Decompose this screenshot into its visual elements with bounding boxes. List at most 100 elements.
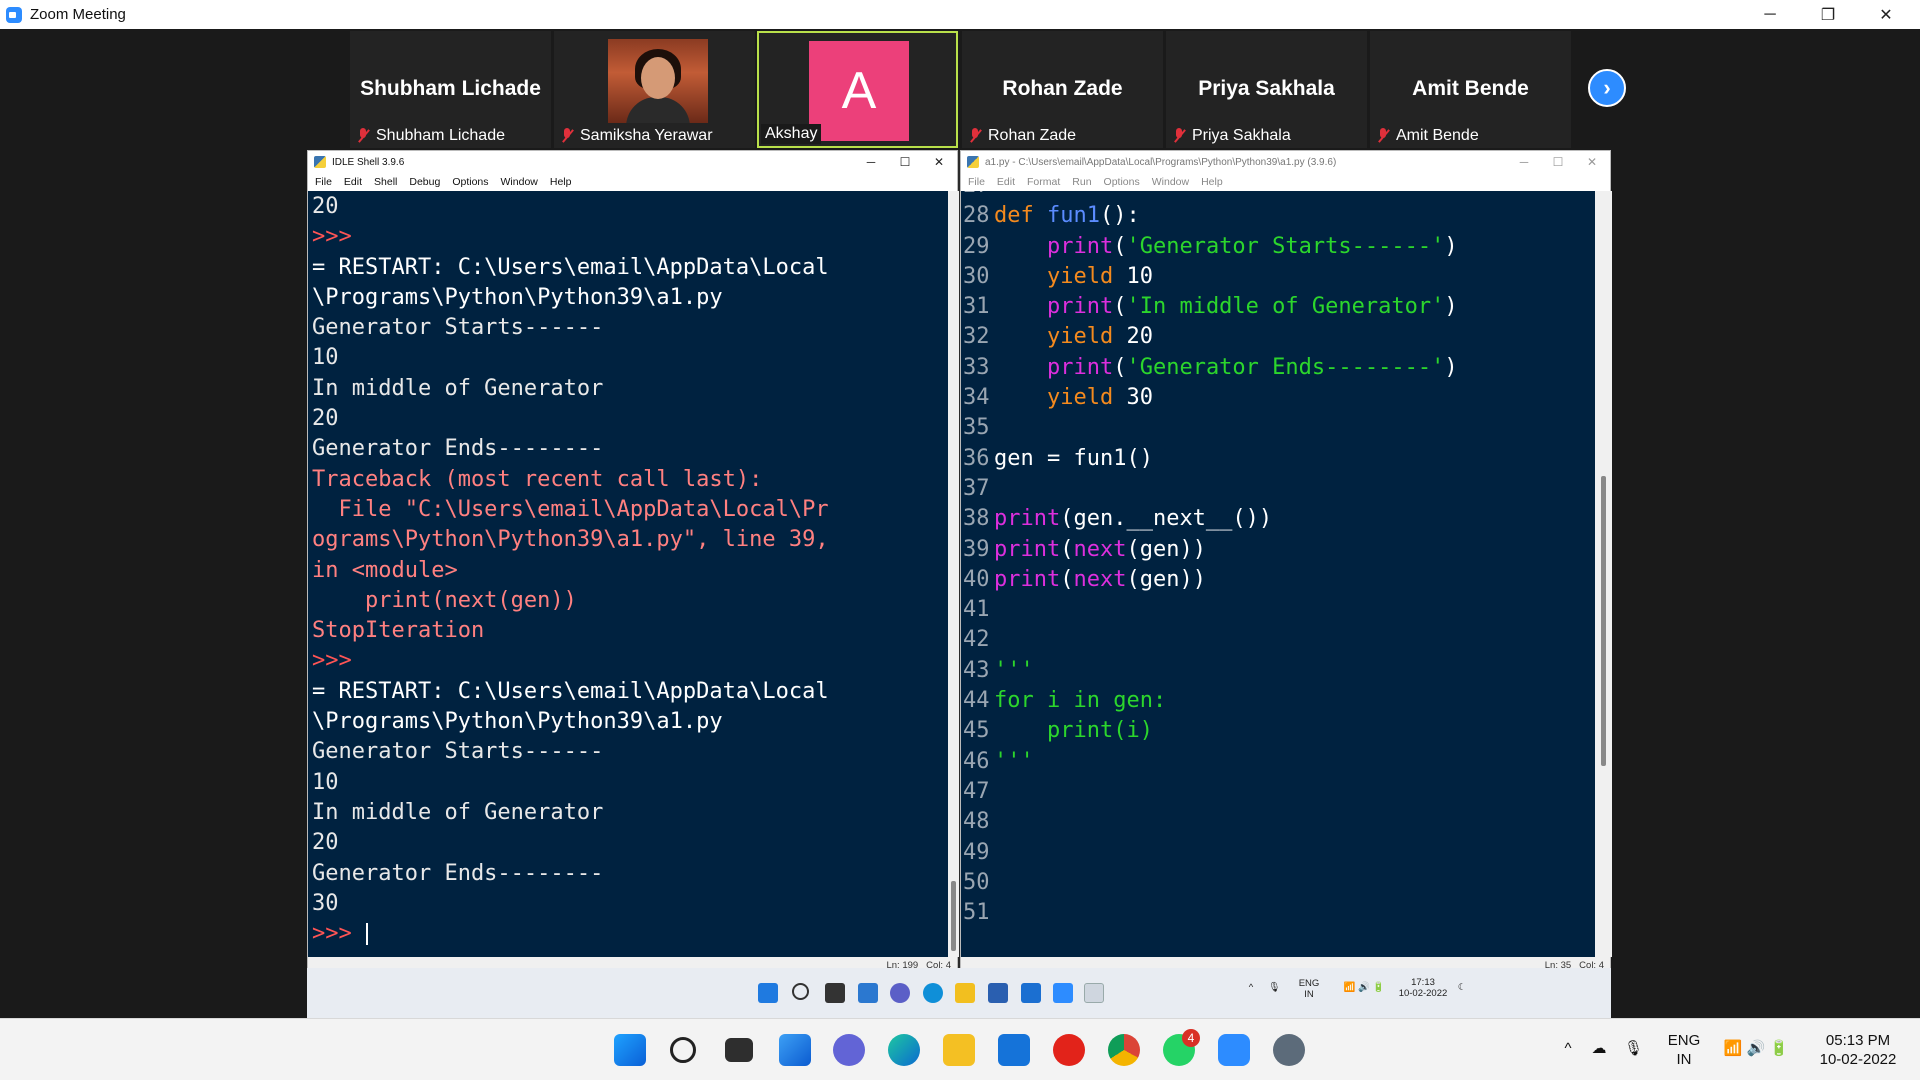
idle-taskbar-icon[interactable] (1084, 983, 1104, 1003)
line-number: 51 (963, 900, 990, 926)
language-indicator[interactable]: ENG IN (1294, 978, 1324, 1000)
chevron-up-icon[interactable]: ^ (1244, 982, 1258, 993)
editor-menu-options[interactable]: Options (1104, 176, 1140, 188)
editor-menu-file[interactable]: File (968, 176, 985, 188)
microphone-icon[interactable]: 🎙 (1624, 1039, 1643, 1058)
participant-tile[interactable]: Shubham Lichade Shubham Lichade (350, 31, 551, 148)
code-token: 20 (1113, 324, 1153, 350)
shell-menu-help[interactable]: Help (550, 176, 572, 188)
shell-maximize-button[interactable]: ☐ (888, 151, 922, 173)
editor-scrollbar[interactable] (1595, 191, 1612, 957)
clock-time: 17:13 (1411, 977, 1435, 988)
code-line: 30 yield 10 (963, 262, 1595, 292)
line-number: 36 (963, 445, 990, 471)
widgets-icon[interactable] (858, 983, 878, 1003)
teams-chat-icon[interactable] (890, 983, 910, 1003)
code-line: 38 print(gen.__next__()) (963, 504, 1595, 534)
chrome-icon[interactable] (1108, 1034, 1140, 1066)
network-volume-battery-icons[interactable]: 📶 🔊 🔋 (1718, 1039, 1794, 1058)
search-icon[interactable] (670, 1037, 696, 1063)
editor-close-button[interactable]: ✕ (1575, 151, 1609, 173)
code-line: 46 ''' (963, 747, 1595, 777)
shell-close-button[interactable]: ✕ (922, 151, 956, 173)
shell-minimize-button[interactable]: ─ (854, 151, 888, 173)
participant-name-large: Rohan Zade (1002, 77, 1123, 100)
clock[interactable]: 17:13 10-02-2022 (1393, 977, 1453, 999)
shell-menu-edit[interactable]: Edit (344, 176, 362, 188)
language-indicator[interactable]: ENG IN (1664, 1031, 1704, 1069)
clock-time: 05:13 PM (1825, 1032, 1891, 1049)
participant-name-tag: Priya Sakhala (1168, 126, 1295, 146)
zoom-taskbar-icon[interactable] (1053, 983, 1073, 1003)
edge-icon[interactable] (888, 1034, 920, 1066)
close-button[interactable]: ✕ (1857, 0, 1915, 29)
participant-name: Akshay (765, 125, 818, 142)
whatsapp-unread-badge: 4 (1182, 1029, 1200, 1047)
settings-gear-icon[interactable] (1273, 1034, 1305, 1066)
region-code: IN (1304, 989, 1314, 1000)
shell-output-line: StopIteration (312, 618, 485, 644)
notifications-icon[interactable]: ☾ (1455, 982, 1469, 993)
task-view-icon[interactable] (725, 1038, 753, 1062)
editor-maximize-button[interactable]: ☐ (1541, 151, 1575, 173)
opera-icon[interactable] (1053, 1034, 1085, 1066)
editor-scroll-thumb[interactable] (1601, 476, 1606, 766)
shell-menu-window[interactable]: Window (501, 176, 538, 188)
mic-muted-icon (968, 128, 982, 144)
shell-menu-file[interactable]: File (315, 176, 332, 188)
code-token: print (994, 566, 1061, 592)
editor-menu-run[interactable]: Run (1072, 176, 1091, 188)
editor-minimize-button[interactable]: ─ (1507, 151, 1541, 173)
start-icon[interactable] (758, 983, 778, 1003)
participant-tile[interactable]: Priya Sakhala Priya Sakhala (1166, 31, 1367, 148)
edge-icon[interactable] (923, 983, 943, 1003)
code-line: 51 (963, 898, 1595, 928)
participant-tile[interactable]: Amit Bende Amit Bende (1370, 31, 1571, 148)
shell-output[interactable]: 20 >>> = RESTART: C:\Users\email\AppData\L… (308, 191, 948, 957)
start-icon[interactable] (614, 1034, 646, 1066)
shell-menu-shell[interactable]: Shell (374, 176, 397, 188)
shell-menu-options[interactable]: Options (452, 176, 488, 188)
language-code: ENG (1298, 978, 1320, 989)
code-editor[interactable]: 2728def fun1():29 print('Generator Start… (961, 191, 1595, 957)
editor-menu-edit[interactable]: Edit (997, 176, 1015, 188)
shell-output-line: Generator Starts------ (312, 315, 604, 341)
file-explorer-icon[interactable] (955, 983, 975, 1003)
participant-tile[interactable]: Rohan Zade Rohan Zade (962, 31, 1163, 148)
chevron-up-icon[interactable]: ^ (1560, 1039, 1576, 1058)
code-token: 'Generator Ends--------' (1126, 354, 1445, 380)
microphone-icon[interactable]: 🎙 (1267, 982, 1281, 993)
mail-icon[interactable] (998, 1034, 1030, 1066)
editor-menu-format[interactable]: Format (1027, 176, 1060, 188)
code-token: 'In middle of Generator' (1126, 294, 1445, 320)
shell-scroll-thumb[interactable] (951, 881, 956, 951)
participant-tile-active-speaker[interactable]: A Akshay (757, 31, 958, 148)
editor-menu-window[interactable]: Window (1152, 176, 1189, 188)
participant-tile[interactable]: Samiksha Yerawar (554, 31, 755, 148)
line-number: 34 (963, 385, 990, 411)
teams-chat-icon[interactable] (833, 1034, 865, 1066)
widgets-icon[interactable] (779, 1034, 811, 1066)
mic-muted-icon (356, 128, 370, 144)
restore-button[interactable]: ❐ (1799, 0, 1857, 29)
task-view-icon[interactable] (825, 983, 845, 1003)
next-participants-button[interactable]: › (1588, 69, 1626, 107)
editor-menu-help[interactable]: Help (1201, 176, 1223, 188)
file-explorer-icon[interactable] (943, 1034, 975, 1066)
search-icon[interactable] (792, 983, 809, 1000)
text-cursor (365, 923, 368, 946)
mail-icon[interactable] (1021, 983, 1041, 1003)
onedrive-icon[interactable]: ☁ (1588, 1039, 1610, 1058)
participant-name-tag: Amit Bende (1372, 126, 1483, 146)
store-icon[interactable] (988, 983, 1008, 1003)
shell-menu-debug[interactable]: Debug (409, 176, 440, 188)
minimize-button[interactable]: ─ (1741, 0, 1799, 29)
network-volume-battery-icons[interactable]: 📶 🔊 🔋 (1337, 982, 1391, 993)
clock[interactable]: 05:13 PM 10-02-2022 (1808, 1031, 1908, 1069)
zoom-taskbar-icon[interactable] (1218, 1034, 1250, 1066)
participant-name-tag: Shubham Lichade (352, 126, 509, 146)
shell-scrollbar[interactable] (948, 191, 959, 957)
shell-prompt: >>> (312, 921, 352, 947)
